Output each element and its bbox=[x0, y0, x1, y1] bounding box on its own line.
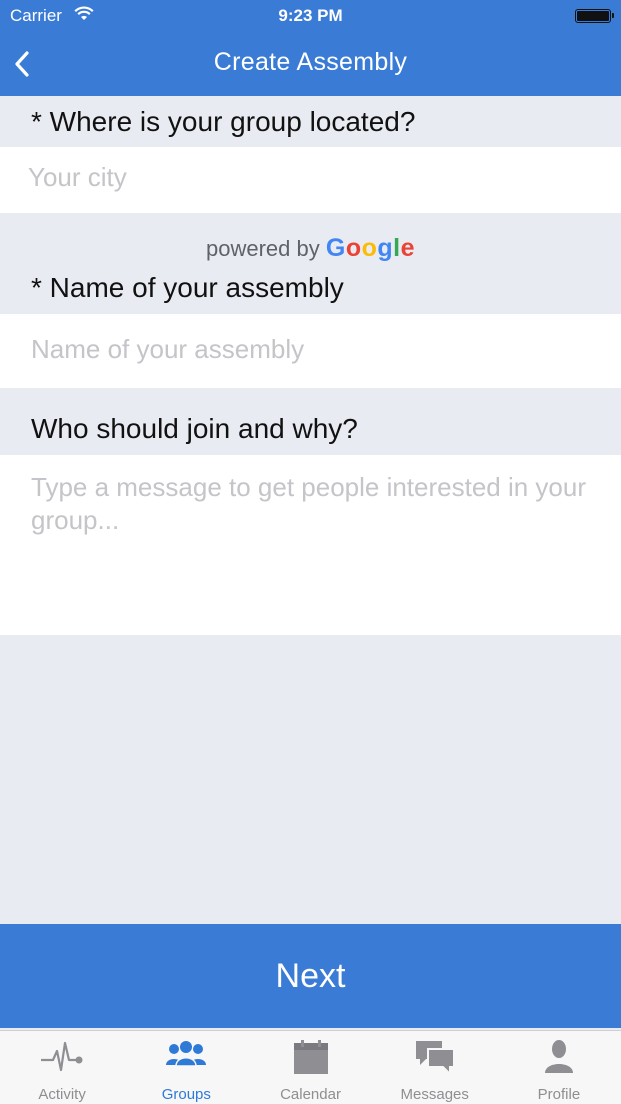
tab-label: Activity bbox=[38, 1086, 86, 1103]
tab-label: Messages bbox=[400, 1086, 469, 1103]
location-input[interactable] bbox=[28, 162, 593, 193]
description-field-container bbox=[0, 455, 621, 635]
activity-pulse-icon bbox=[39, 1039, 85, 1078]
name-field-container bbox=[0, 314, 621, 388]
groups-icon bbox=[165, 1039, 207, 1076]
tab-messages[interactable]: Messages bbox=[373, 1031, 497, 1104]
next-button[interactable]: Next bbox=[0, 924, 621, 1028]
messages-icon bbox=[414, 1039, 456, 1082]
battery-icon bbox=[575, 9, 614, 23]
powered-by-google: powered by Google bbox=[0, 234, 621, 263]
calendar-icon bbox=[293, 1039, 329, 1080]
tab-calendar[interactable]: Calendar bbox=[248, 1031, 372, 1104]
location-field-container bbox=[0, 147, 621, 213]
tab-groups[interactable]: Groups bbox=[124, 1031, 248, 1104]
tab-label: Profile bbox=[537, 1086, 581, 1103]
description-label: Who should join and why? bbox=[31, 413, 358, 444]
google-logo: Google bbox=[325, 234, 416, 262]
status-time: 9:23 PM bbox=[278, 6, 343, 25]
tab-activity[interactable]: Activity bbox=[0, 1031, 124, 1104]
top-bar: Carrier 9:23 PM Create Assembly bbox=[0, 0, 621, 96]
navigation-bar: Create Assembly bbox=[0, 32, 621, 96]
tab-label: Calendar bbox=[280, 1086, 341, 1103]
powered-by-text: powered by bbox=[205, 236, 320, 261]
page-title: Create Assembly bbox=[213, 48, 408, 76]
status-bar: Carrier 9:23 PM bbox=[0, 0, 621, 32]
tab-profile[interactable]: Profile bbox=[497, 1031, 621, 1104]
profile-icon bbox=[543, 1039, 575, 1080]
assembly-name-input[interactable] bbox=[31, 334, 590, 365]
name-label: * Name of your assembly bbox=[31, 272, 344, 303]
location-label: * Where is your group located? bbox=[31, 106, 416, 137]
tab-bar: Activity Groups Calendar Messages Profil… bbox=[0, 1030, 621, 1104]
description-textarea[interactable] bbox=[31, 471, 590, 603]
tab-label: Groups bbox=[161, 1086, 211, 1103]
